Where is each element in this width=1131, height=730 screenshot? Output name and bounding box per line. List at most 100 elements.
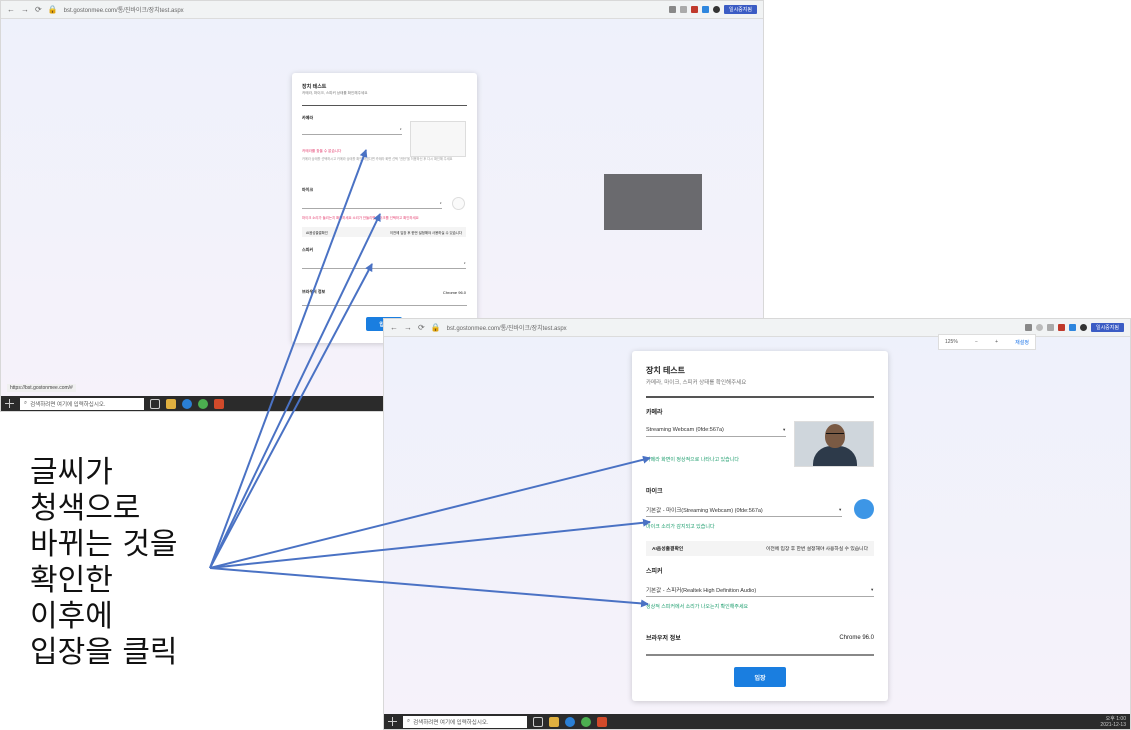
speaker-select-value: 기본값 - 스피커(Realtek High Definition Audio) xyxy=(646,587,757,594)
divider xyxy=(646,396,874,398)
screenshot-after: ← → ⟳ 🔒 bst.gostonmee.com/통/진바이크/장치test.… xyxy=(383,318,1131,730)
annotation-line: 이후에 xyxy=(30,599,113,634)
camera-status-message: 카메라를 찾을 수 없습니다 xyxy=(302,149,342,153)
windows-taskbar: ⌕ 검색하려면 여기에 입력하십시오. 오후 1:00 2021-12-13 xyxy=(384,714,1130,729)
address-bar[interactable]: bst.gostonmee.com/통/진바이크/장치test.aspx xyxy=(64,5,663,14)
extension-icon[interactable] xyxy=(1057,324,1065,331)
app-icon[interactable] xyxy=(214,398,224,409)
extension-icon[interactable] xyxy=(668,6,676,13)
extension-icon[interactable] xyxy=(1024,324,1032,331)
device-test-dialog: 장치 테스트 카메라, 마이크, 스피커 상태를 확인해주세요 카메라 ▼ 카메… xyxy=(292,73,477,343)
edge-icon[interactable] xyxy=(565,716,575,727)
reload-icon[interactable]: ⟳ xyxy=(35,5,42,14)
camera-select-value: Streaming Webcam (0fde:567a) xyxy=(646,426,724,433)
annotation-line: 확인한 xyxy=(30,563,113,598)
mic-section-label: 마이크 xyxy=(646,489,663,495)
task-view-icon[interactable] xyxy=(533,716,543,727)
divider xyxy=(302,305,467,306)
profile-button[interactable]: 일시중지됨 xyxy=(723,5,757,14)
speaker-section-label: 스피커 xyxy=(302,247,314,252)
divider xyxy=(646,654,874,656)
speaker-select[interactable]: ▼ xyxy=(302,259,466,269)
profile-button[interactable]: 일시중지됨 xyxy=(1090,323,1124,332)
clock-date: 2021-12-13 xyxy=(1100,721,1126,728)
ai-attendance-row: AI음성출결확인 이전에 입장 후 한번 설정해야 사용하실 수 있습니다 xyxy=(646,541,874,556)
taskbar-search-placeholder: 검색하려면 여기에 입력하십시오. xyxy=(413,719,489,726)
mic-select[interactable]: 기본값 - 마이크(Streaming Webcam) (0fde:567a) ▼ xyxy=(646,503,842,517)
dialog-title: 장치 테스트 xyxy=(302,84,327,90)
annotation-line: 글씨가 xyxy=(30,455,113,490)
taskbar-search-placeholder: 검색하려면 여기에 입력하십시오. xyxy=(30,401,106,408)
enter-button[interactable]: 입장 xyxy=(734,667,786,687)
annotation-text: 글씨가 청색으로 바뀌는 것을 확인한 이후에 입장을 클릭 xyxy=(30,455,178,671)
caret-down-icon: ▼ xyxy=(439,202,443,205)
zoom-reset-button[interactable]: 재설정 xyxy=(1015,339,1029,346)
browser-info-value: Chrome 96.0 xyxy=(442,289,466,295)
file-explorer-icon[interactable] xyxy=(166,398,176,409)
link-status-tip: https://bst.gostonmee.com/# xyxy=(7,384,76,392)
camera-preview xyxy=(410,121,466,157)
lock-icon: 🔒 xyxy=(430,323,441,332)
task-view-icon[interactable] xyxy=(150,398,160,409)
person-body xyxy=(813,446,857,466)
zoom-icon[interactable] xyxy=(1035,324,1043,331)
edge-icon[interactable] xyxy=(182,398,192,409)
browser-info-value: Chrome 96.0 xyxy=(839,634,874,641)
person-glasses xyxy=(826,433,844,437)
profile-avatar-icon[interactable] xyxy=(1079,324,1087,331)
ai-attendance-row: AI음성출결확인 이전에 입장 후 한번 설정해야 사용하실 수 있습니다 xyxy=(302,227,466,237)
speaker-section-label: 스피커 xyxy=(646,569,663,575)
search-icon: ⌕ xyxy=(407,718,411,724)
browser-info-row: 브라우저 정보 Chrome 96.0 xyxy=(646,633,874,643)
zoom-popup: 125% − + 재설정 xyxy=(938,334,1036,350)
profile-avatar-icon[interactable] xyxy=(712,6,720,13)
dialog-subtitle: 카메라, 마이크, 스피커 상태를 확인해주세요 xyxy=(302,91,368,95)
taskbar-search[interactable]: ⌕ 검색하려면 여기에 입력하십시오. xyxy=(403,715,527,728)
browser-info-label: 브라우저 정보 xyxy=(646,636,681,642)
zoom-out-icon[interactable]: − xyxy=(975,339,978,345)
system-tray-clock[interactable]: 오후 1:00 2021-12-13 xyxy=(1100,716,1126,728)
back-icon[interactable]: ← xyxy=(7,5,15,14)
lock-icon: 🔒 xyxy=(47,5,58,14)
extension-icon[interactable] xyxy=(701,6,709,13)
extension-icon[interactable] xyxy=(690,6,698,13)
extensions: 일시중지됨 xyxy=(1024,323,1124,332)
browser-info-row: 브라우저 정보 Chrome 96.0 xyxy=(302,289,466,295)
caret-down-icon: ▼ xyxy=(782,427,786,432)
address-bar[interactable]: bst.gostonmee.com/통/진바이크/장치test.aspx xyxy=(447,323,1019,332)
caret-down-icon: ▼ xyxy=(463,262,467,265)
windows-start-icon[interactable] xyxy=(388,717,397,726)
mic-select[interactable]: ▼ xyxy=(302,199,442,209)
windows-start-icon[interactable] xyxy=(5,399,14,408)
ai-attendance-label: AI음성출결확인 xyxy=(306,230,328,235)
divider xyxy=(302,105,467,106)
file-explorer-icon[interactable] xyxy=(549,716,559,727)
reload-icon[interactable]: ⟳ xyxy=(418,323,425,332)
zoom-in-icon[interactable]: + xyxy=(995,339,998,345)
chrome-icon[interactable] xyxy=(581,716,591,727)
extension-icon[interactable] xyxy=(679,6,687,13)
taskbar-search[interactable]: ⌕ 검색하려면 여기에 입력하십시오. xyxy=(20,397,144,410)
camera-section-label: 카메라 xyxy=(646,410,663,416)
speaker-select[interactable]: 기본값 - 스피커(Realtek High Definition Audio)… xyxy=(646,583,874,597)
forward-icon[interactable]: → xyxy=(404,323,412,332)
back-icon[interactable]: ← xyxy=(390,323,398,332)
camera-status-message: 카메라 화면이 정상적으로 나타나고 있습니다 xyxy=(646,457,739,463)
mic-section-label: 마이크 xyxy=(302,187,314,192)
dialog-subtitle: 카메라, 마이크, 스피커 상태를 확인해주세요 xyxy=(646,380,747,386)
camera-select[interactable]: Streaming Webcam (0fde:567a) ▼ xyxy=(646,423,786,437)
mic-status-message: 마이크 소리가 들리는지 확인하세요 소리가 안들리면 마이크를 선택하고 확인… xyxy=(302,216,419,220)
mic-level-indicator xyxy=(452,197,465,210)
camera-help-text: 카메라 상태를 선택하시고 카메라 상태를 확인 하셨다면 카메라 화면 선택 … xyxy=(302,157,453,161)
speaker-status-message: 정상적 스피커에서 소리가 나오는지 확인해주세요 xyxy=(646,604,749,610)
mic-status-message: 마이크 소리가 감지되고 있습니다 xyxy=(646,524,715,530)
extension-icon[interactable] xyxy=(1046,324,1054,331)
browser-info-label: 브라우저 정보 xyxy=(302,289,326,294)
extension-icon[interactable] xyxy=(1068,324,1076,331)
chrome-icon[interactable] xyxy=(198,398,208,409)
ai-attendance-hint: 이전에 입장 후 한번 설정해야 사용하실 수 있습니다 xyxy=(389,230,462,235)
app-icon[interactable] xyxy=(597,716,607,727)
camera-select[interactable]: ▼ xyxy=(302,125,402,135)
caret-down-icon: ▼ xyxy=(399,128,403,131)
forward-icon[interactable]: → xyxy=(21,5,29,14)
